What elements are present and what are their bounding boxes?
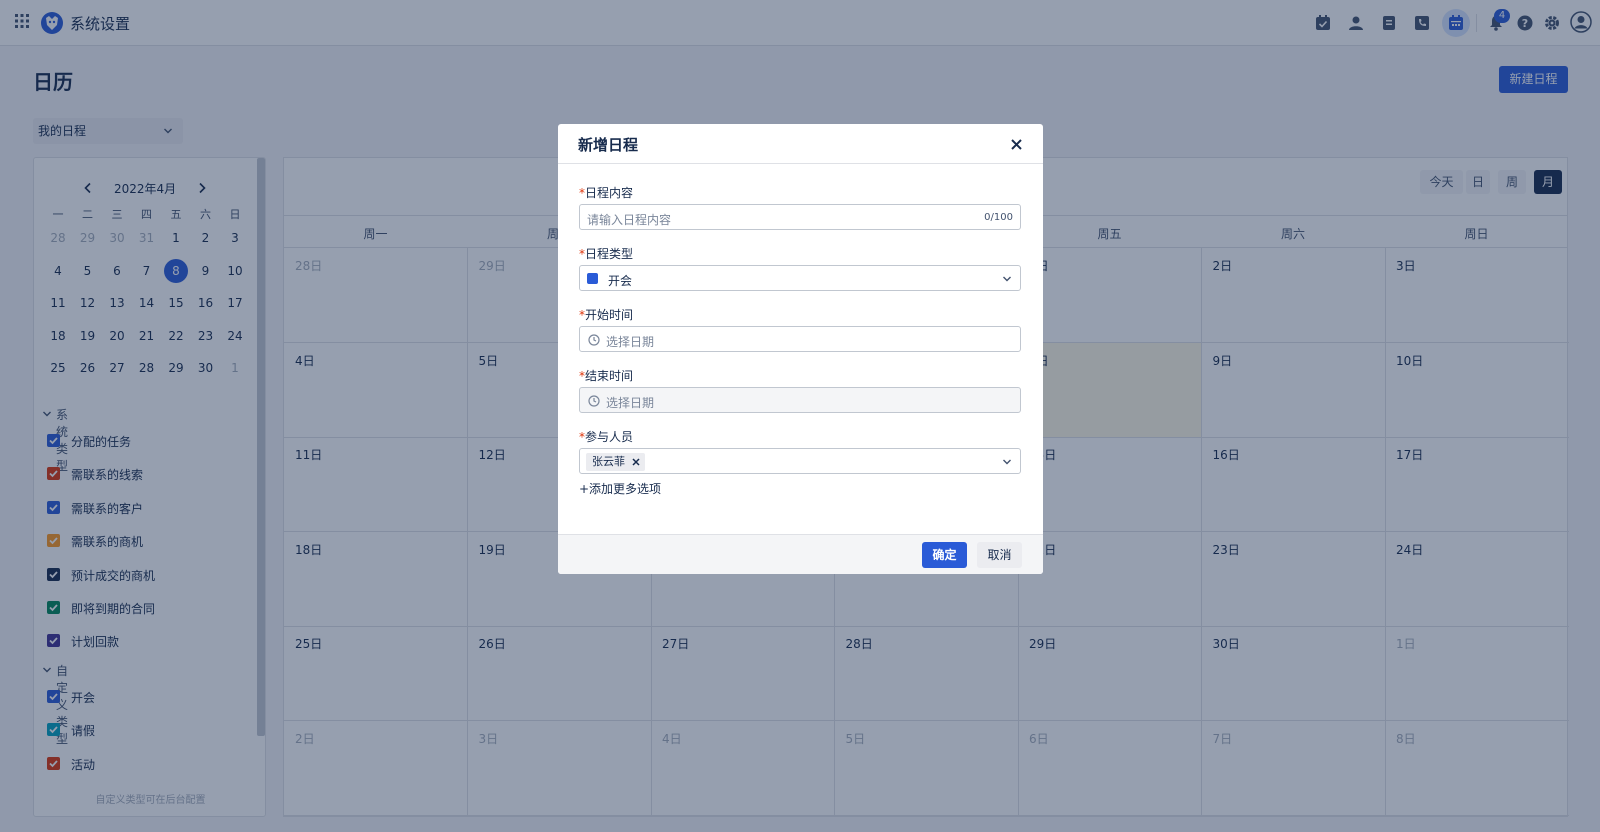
modal-footer: 确定 取消 [558,534,1043,574]
chevron-down-icon [1002,274,1012,284]
start-time-picker[interactable]: 选择日期 [579,326,1021,352]
content-label: *日程内容 [579,186,634,200]
add-more-options-link[interactable]: +添加更多选项 [579,480,661,497]
start-time-label: *开始时间 [579,308,634,322]
modal-title: 新增日程 [578,136,639,154]
content-char-count: 0/100 [984,212,1013,223]
remove-tag-icon[interactable] [632,458,640,466]
content-input[interactable]: 请输入日程内容 0/100 [579,204,1021,230]
participant-tag: 张云菲 [586,453,645,471]
content-placeholder: 请输入日程内容 [587,213,672,227]
close-icon[interactable] [1010,138,1023,151]
type-color-swatch [587,273,598,284]
participants-label: *参与人员 [579,430,634,444]
type-select[interactable]: 开会 [579,265,1021,291]
type-label: *日程类型 [579,247,634,261]
participant-name: 张云菲 [592,455,625,468]
start-time-placeholder: 选择日期 [606,335,655,349]
cancel-button[interactable]: 取消 [977,542,1022,568]
end-time-placeholder: 选择日期 [606,396,655,410]
type-select-value: 开会 [608,274,633,288]
participants-select[interactable]: 张云菲 [579,448,1021,474]
clock-icon [588,334,600,346]
end-time-picker[interactable]: 选择日期 [579,387,1021,413]
confirm-button[interactable]: 确定 [922,542,967,568]
end-time-label: *结束时间 [579,369,634,383]
new-schedule-modal: 新增日程 *日程内容 请输入日程内容 0/100 *日程类型 开会 *开始时间 … [558,124,1043,574]
chevron-down-icon [1002,457,1012,467]
clock-icon [588,395,600,407]
modal-header: 新增日程 [558,124,1043,164]
